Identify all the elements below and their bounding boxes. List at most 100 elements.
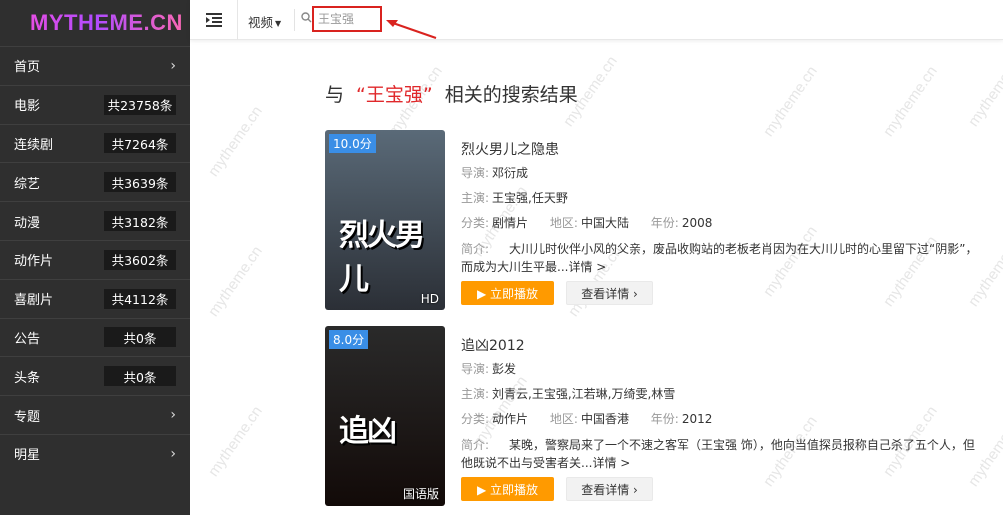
intro-text: 某晚，警察局来了一个不速之客军（王宝强 饰），他向当值探员报称自己杀了五个人，但… (461, 438, 975, 470)
sidebar-item-count-badge: 共3639条 (104, 172, 176, 193)
meta-row: 分类: 动作片 地区: 中国香港 年份: 2012 (461, 410, 981, 430)
movie-poster[interactable]: 追凶 8.0分 国语版 (325, 326, 445, 506)
play-now-button[interactable]: ▶ 立即播放 (461, 281, 554, 305)
cast-label: 主演: (461, 191, 490, 205)
region-label: 地区: (549, 412, 578, 426)
menu-toggle-button[interactable] (190, 0, 238, 40)
director-label: 导演: (461, 362, 490, 376)
type-dropdown-label: 视频 (248, 15, 274, 30)
year-value[interactable]: 2008 (682, 216, 713, 230)
sidebar-item-count-badge: 共0条 (104, 327, 176, 348)
sidebar-item[interactable]: 连续剧 共7264条 (0, 123, 190, 163)
sidebar-item[interactable]: 综艺 共3639条 (0, 162, 190, 201)
menu-indent-icon (205, 13, 222, 27)
results-keyword: “王宝强” (356, 84, 433, 106)
chevron-right-icon: › (170, 445, 176, 462)
sidebar-item-label: 明星 (14, 448, 41, 464)
sidebar-item-label: 首页 (14, 60, 41, 76)
sidebar-item[interactable]: 喜剧片 共4112条 (0, 278, 190, 318)
director-row: 导演: 彭发 (461, 360, 981, 380)
director-value[interactable]: 彭发 (492, 362, 516, 376)
score-badge: 8.0分 (329, 330, 369, 349)
view-details-button[interactable]: 查看详情 › (566, 477, 653, 501)
sidebar-item[interactable]: 动作片 共3602条 (0, 239, 190, 279)
score-badge: 10.0分 (329, 134, 376, 153)
watermark-text: mytheme.cn (205, 103, 266, 180)
intro-label: 简介: (461, 438, 490, 452)
sidebar-item-count-badge: 共7264条 (104, 133, 176, 154)
quality-tag: HD (420, 292, 439, 306)
cast-value[interactable]: 刘青云,王宝强,江若琳,万绮雯,林雪 (492, 387, 675, 401)
sidebar-item[interactable]: 专题 › (0, 395, 190, 434)
divider (294, 9, 295, 31)
year-label: 年份: (650, 216, 679, 230)
director-row: 导演: 邓衍成 (461, 164, 981, 184)
watermark-text: mytheme.cn (760, 63, 821, 140)
search-input[interactable] (318, 11, 378, 25)
sidebar-nav: 首页 › 电影 共23758条连续剧 共7264条综艺 共3639条动漫 共3182条动作片… (0, 46, 190, 473)
movie-info: 烈火男儿之隐患 导演: 邓衍成 主演: 王宝强,任天野 分类: 剧情片 地区: 中国大陆… (461, 130, 981, 305)
sidebar-item[interactable]: 动漫 共3182条 (0, 201, 190, 240)
intro-label: 简介: (461, 242, 490, 256)
sidebar-item-label: 动漫 (14, 215, 41, 231)
category-label: 分类: (461, 216, 490, 230)
search-icon[interactable] (301, 12, 312, 23)
poster-title-art: 烈火男儿 (339, 218, 425, 297)
category-value[interactable]: 剧情片 (492, 216, 528, 230)
movie-title[interactable]: 烈火男儿之隐患 (461, 139, 981, 159)
region-label: 地区: (549, 216, 578, 230)
sidebar-item-label: 喜剧片 (14, 293, 54, 309)
sidebar-item[interactable]: 首页 › (0, 46, 190, 85)
movie-poster[interactable]: 烈火男儿 10.0分 HD (325, 130, 445, 310)
region-value[interactable]: 中国大陆 (581, 216, 629, 230)
watermark-text: mytheme.cn (965, 53, 1003, 130)
movie-card: 追凶 8.0分 国语版 追凶 2012 导演: 彭发 主演: 刘青云,王宝强,江若琳,… (325, 326, 975, 506)
sidebar-item[interactable]: 公告 共0条 (0, 317, 190, 357)
sidebar-item[interactable]: 头条 共0条 (0, 356, 190, 395)
sidebar-item-label: 电影 (14, 99, 41, 115)
sidebar-item-label: 动作片 (14, 254, 54, 270)
intro-row: 简介: 某晚，警察局来了一个不速之客军（王宝强 饰），他向当值探员报称自己杀了五个… (461, 436, 981, 472)
poster-title-art: 追凶 (339, 414, 397, 449)
sidebar-item-count-badge: 共4112条 (104, 288, 176, 309)
type-dropdown[interactable]: 视频 ▼ (248, 12, 281, 31)
sidebar-item-label: 头条 (14, 370, 41, 386)
year-value[interactable]: 2012 (682, 412, 713, 426)
sidebar-item[interactable]: 明星 › (0, 433, 190, 473)
watermark-text: mytheme.cn (205, 403, 266, 480)
intro-text: 大川儿时伙伴小风的父亲，废品收购站的老板老肖因为在大川儿时的心里留下过“阴影”，… (461, 242, 978, 274)
region-value[interactable]: 中国香港 (581, 412, 629, 426)
site-logo[interactable]: MYTHEME.CN (0, 0, 190, 46)
sidebar-item-count-badge: 共23758条 (104, 94, 176, 115)
director-value[interactable]: 邓衍成 (492, 166, 528, 180)
action-buttons: ▶ 立即播放 查看详情 › (461, 281, 981, 305)
year-label: 年份: (650, 412, 679, 426)
cast-row: 主演: 刘青云,王宝强,江若琳,万绮雯,林雪 (461, 385, 981, 405)
action-buttons: ▶ 立即播放 查看详情 › (461, 477, 981, 501)
movie-title[interactable]: 追凶2012 (461, 335, 981, 355)
director-label: 导演: (461, 166, 490, 180)
view-details-button[interactable]: 查看详情 › (566, 281, 653, 305)
annotation-arrow (386, 20, 437, 39)
sidebar-item-count-badge: 共3182条 (104, 211, 176, 232)
sidebar-item-label: 综艺 (14, 176, 41, 192)
watermark-text: mytheme.cn (205, 243, 266, 320)
intro-row: 简介: 大川儿时伙伴小风的父亲，废品收购站的老板老肖因为在大川儿时的心里留下过“阴… (461, 240, 981, 276)
watermark-text: mytheme.cn (880, 63, 941, 140)
cast-row: 主演: 王宝强,任天野 (461, 189, 981, 209)
category-label: 分类: (461, 412, 490, 426)
sidebar: MYTHEME.CN 首页 › 电影 共23758条连续剧 共7264条综艺 共3639条… (0, 0, 190, 515)
play-now-button[interactable]: ▶ 立即播放 (461, 477, 554, 501)
chevron-right-icon: › (170, 57, 176, 74)
category-value[interactable]: 动作片 (492, 412, 528, 426)
movie-card: 烈火男儿 10.0分 HD 烈火男儿之隐患 导演: 邓衍成 主演: 王宝强,任天野 … (325, 130, 977, 310)
cast-label: 主演: (461, 387, 490, 401)
sidebar-item[interactable]: 电影 共23758条 (0, 84, 190, 124)
results-suffix: 相关的搜索结果 (444, 84, 578, 106)
movie-info: 追凶2012 导演: 彭发 主演: 刘青云,王宝强,江若琳,万绮雯,林雪 分类: 动作… (461, 326, 981, 501)
cast-value[interactable]: 王宝强,任天野 (492, 191, 568, 205)
quality-tag: 国语版 (402, 487, 439, 501)
topbar: 视频 ▼ (190, 0, 1003, 40)
sidebar-item-label: 专题 (14, 409, 41, 425)
sidebar-item-label: 公告 (14, 331, 41, 347)
